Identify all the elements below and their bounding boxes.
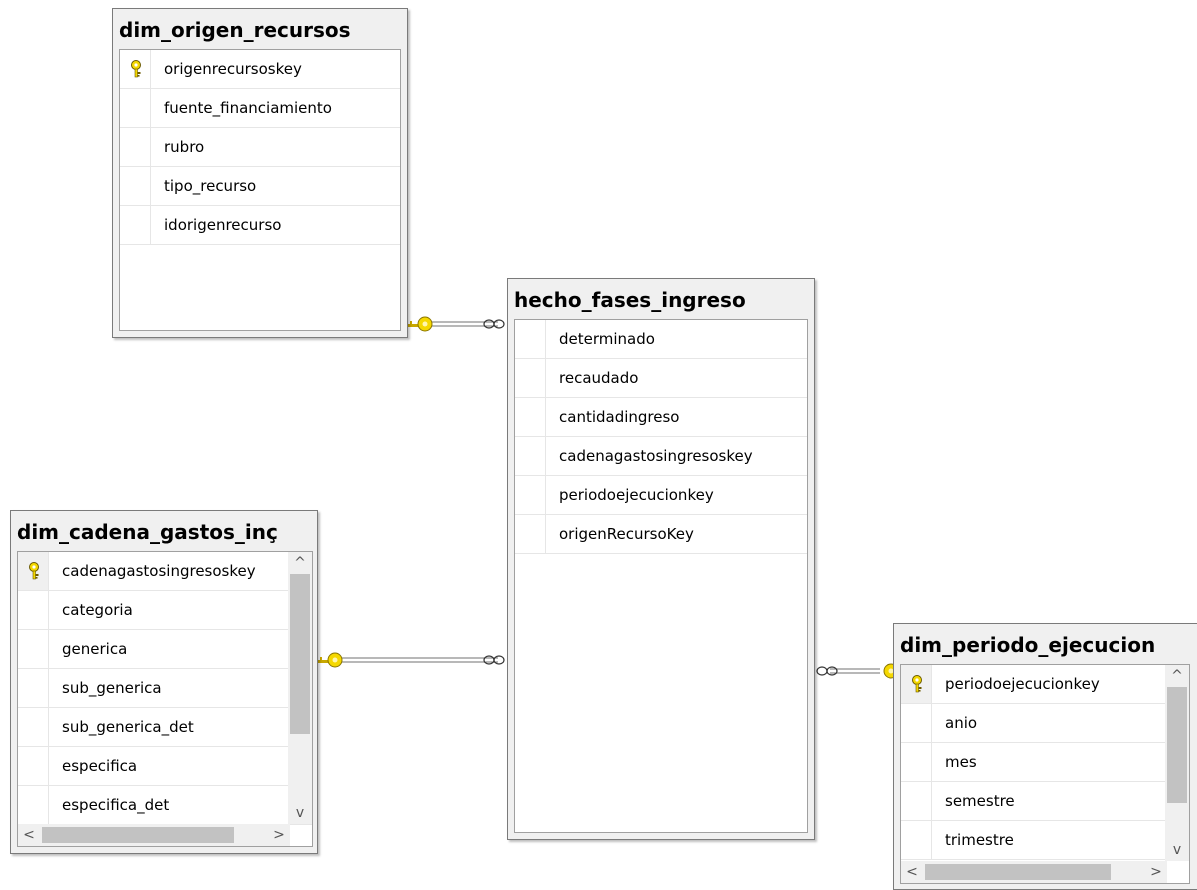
column-name: cantidadingreso xyxy=(559,408,680,426)
column-name: rubro xyxy=(164,138,205,156)
table-row[interactable]: trimestre xyxy=(901,821,1189,860)
table-row[interactable]: sub_generica xyxy=(18,669,312,708)
column-name: recaudado xyxy=(559,369,639,387)
column-name: generica xyxy=(62,640,128,658)
scroll-up-arrow[interactable]: ^ xyxy=(288,552,312,574)
key-icon xyxy=(131,60,141,78)
table-row[interactable]: especifica xyxy=(18,747,312,786)
table-row[interactable]: categoria xyxy=(18,591,312,630)
table-row[interactable]: anio xyxy=(901,704,1189,743)
table-hecho-fases-ingreso[interactable]: hecho_fases_ingreso determinado recaudad… xyxy=(507,278,815,840)
scroll-thumb[interactable] xyxy=(290,574,310,734)
table-title: hecho_fases_ingreso xyxy=(514,288,746,312)
table-dim-cadena-gastos-ingresos[interactable]: dim_cadena_gastos_inç cadenagastosingres… xyxy=(10,510,318,854)
scroll-thumb[interactable] xyxy=(42,827,234,843)
vertical-scrollbar[interactable]: ^ v xyxy=(288,552,312,824)
scroll-thumb[interactable] xyxy=(1167,687,1187,803)
column-name: especifica_det xyxy=(62,796,170,814)
column-name: fuente_financiamiento xyxy=(164,99,332,117)
column-name: categoria xyxy=(62,601,133,619)
column-name: periodoejecucionkey xyxy=(559,486,714,504)
vertical-scrollbar[interactable]: ^ v xyxy=(1165,665,1189,861)
column-name: origenRecursoKey xyxy=(559,525,694,543)
table-row[interactable]: cantidadingreso xyxy=(515,398,807,437)
column-grid: periodoejecucionkey anio mes semestre tr… xyxy=(900,664,1190,884)
table-row[interactable]: cadenagastosingresoskey xyxy=(18,552,312,591)
table-row[interactable]: generica xyxy=(18,630,312,669)
table-row[interactable]: rubro xyxy=(120,128,400,167)
table-row[interactable]: origenRecursoKey xyxy=(515,515,807,554)
column-grid: origenrecursoskey fuente_financiamiento … xyxy=(119,49,401,331)
key-end-icon xyxy=(318,652,343,668)
table-row[interactable]: periodoejecucionkey xyxy=(515,476,807,515)
column-name: especifica xyxy=(62,757,138,775)
scroll-thumb[interactable] xyxy=(925,864,1111,880)
table-row[interactable]: tipo_recurso xyxy=(120,167,400,206)
column-grid: determinado recaudado cantidadingreso ca… xyxy=(514,319,808,833)
column-name: periodoejecucionkey xyxy=(945,675,1100,693)
table-title: dim_cadena_gastos_inç xyxy=(17,520,278,544)
table-row[interactable]: periodoejecucionkey xyxy=(901,665,1189,704)
key-icon xyxy=(912,675,922,693)
column-name: mes xyxy=(945,753,977,771)
column-name: origenrecursoskey xyxy=(164,60,302,78)
horizontal-scrollbar[interactable]: < > xyxy=(18,824,290,846)
column-name: semestre xyxy=(945,792,1015,810)
table-dim-periodo-ejecucion[interactable]: dim_periodo_ejecucion periodoejecucionke… xyxy=(893,623,1197,890)
scroll-left-arrow[interactable]: < xyxy=(901,861,923,883)
column-name: cadenagastosingresoskey xyxy=(559,447,753,465)
column-name: idorigenrecurso xyxy=(164,216,282,234)
scroll-up-arrow[interactable]: ^ xyxy=(1165,665,1189,687)
scroll-right-arrow[interactable]: > xyxy=(268,824,290,846)
relationship-cadena-hecho[interactable] xyxy=(330,657,498,663)
horizontal-scrollbar[interactable]: < > xyxy=(901,861,1167,883)
table-title: dim_origen_recursos xyxy=(119,18,351,42)
table-row[interactable]: mes xyxy=(901,743,1189,782)
column-name: sub_generica_det xyxy=(62,718,194,736)
column-name: sub_generica xyxy=(62,679,162,697)
scroll-left-arrow[interactable]: < xyxy=(18,824,40,846)
table-row[interactable]: especifica_det xyxy=(18,786,312,825)
scroll-right-arrow[interactable]: > xyxy=(1145,861,1167,883)
column-name: trimestre xyxy=(945,831,1014,849)
column-name: anio xyxy=(945,714,978,732)
column-name: cadenagastosingresoskey xyxy=(62,562,256,580)
table-row[interactable]: idorigenrecurso xyxy=(120,206,400,245)
table-row[interactable]: origenrecursoskey xyxy=(120,50,400,89)
column-grid: cadenagastosingresoskey categoria generi… xyxy=(17,551,313,847)
scroll-down-arrow[interactable]: v xyxy=(288,802,312,824)
table-row[interactable]: semestre xyxy=(901,782,1189,821)
table-row[interactable]: recaudado xyxy=(515,359,807,398)
column-name: tipo_recurso xyxy=(164,177,257,195)
key-end-icon xyxy=(408,316,433,332)
column-name: determinado xyxy=(559,330,655,348)
table-row[interactable]: sub_generica_det xyxy=(18,708,312,747)
table-title: dim_periodo_ejecucion xyxy=(900,633,1156,657)
table-row[interactable]: fuente_financiamiento xyxy=(120,89,400,128)
scroll-down-arrow[interactable]: v xyxy=(1165,839,1189,861)
table-row[interactable]: determinado xyxy=(515,320,807,359)
table-row[interactable]: cadenagastosingresoskey xyxy=(515,437,807,476)
table-dim-origen-recursos[interactable]: dim_origen_recursos origenrecursoskey fu… xyxy=(112,8,408,338)
key-icon xyxy=(29,562,39,580)
